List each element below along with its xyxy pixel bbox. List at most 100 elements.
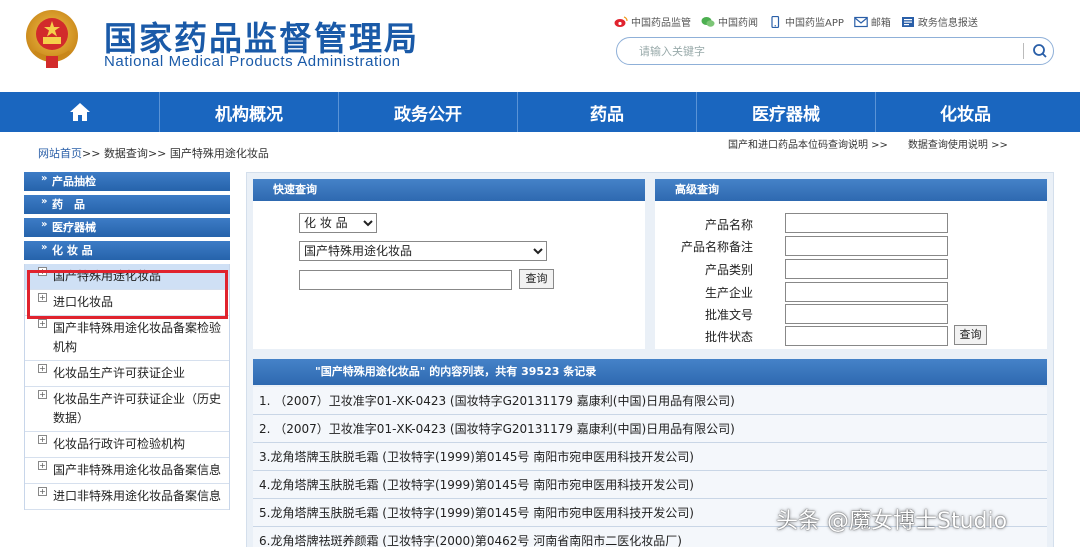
nav-home[interactable] [0, 92, 160, 132]
breadcrumb-current: 国产特殊用途化妆品 [169, 147, 269, 160]
double-chevron-icon: » [41, 173, 48, 184]
field-label-approval-number: 批准文号 [704, 308, 753, 322]
sidebar-header-label: 化 妆 品 [52, 244, 93, 257]
advanced-search-panel: 高级查询 产品名称 产品名称备注 产品类别 生产企业 批准文号 批件状态 查询 [655, 179, 1047, 349]
sidebar-header-label: 药 品 [52, 198, 85, 211]
sidebar-cosmetics-list: + 国产特殊用途化妆品 + 进口化妆品 + 国产非特殊用途化妆品备案检验机构 + 化妆品… [24, 264, 230, 510]
quick-link-wechat[interactable]: 中国药闻 [701, 14, 758, 29]
breadcrumb-data-query[interactable]: 数据查询 [104, 147, 148, 160]
double-chevron-icon: » [41, 242, 48, 253]
nav-item-drugs[interactable]: 药品 [518, 92, 697, 132]
advanced-search-title: 高级查询 [655, 179, 1047, 201]
sidebar-item-label: 国产特殊用途化妆品 [53, 269, 162, 283]
search-icon[interactable] [1029, 41, 1051, 61]
sidebar-item-label: 进口非特殊用途化妆品备案信息 [53, 489, 222, 503]
quick-search-button[interactable]: 查询 [519, 269, 554, 289]
sidebar-item-imported-cosmetics[interactable]: + 进口化妆品 [25, 290, 229, 316]
mail-icon [854, 16, 868, 27]
quick-search-input[interactable] [299, 270, 512, 290]
report-icon [901, 16, 914, 27]
quick-link-weibo[interactable]: 中国药品监管 [614, 14, 691, 29]
mobile-icon [771, 15, 780, 28]
manufacturer-input[interactable] [785, 282, 948, 302]
national-emblem-icon[interactable] [24, 8, 80, 70]
result-row[interactable]: 2. （2007）卫妆准字01-XK-0423 (国妆特字G20131179 嘉… [253, 415, 1047, 443]
double-chevron-icon: » [41, 219, 48, 230]
results-summary: "国产特殊用途化妆品" 的内容列表，共有 39523 条记录 [253, 359, 1047, 385]
watermark-text: 头条 @魔女博士Studio [776, 509, 1008, 534]
field-label-product-name-note: 产品名称备注 [680, 240, 753, 254]
site-header: 国家药品监督管理局 National Medical Products Admi… [0, 0, 1080, 92]
main-nav: 机构概况 政务公开 药品 医疗器械 化妆品 [0, 92, 1080, 132]
home-icon [69, 103, 90, 121]
help-links: 国产和进口药品本位码查询说明 >> 数据查询使用说明 >> [728, 136, 1008, 151]
left-sidebar: » 产品抽检 » 药 品 » 医疗器械 » 化 妆 品 + 国产特殊用途化妆品 + 进口化妆… [24, 172, 230, 547]
sidebar-header-product-sampling[interactable]: » 产品抽检 [24, 172, 230, 191]
quick-search-title: 快速查询 [253, 179, 645, 201]
nav-item-government-affairs[interactable]: 政务公开 [339, 92, 518, 132]
sidebar-header-label: 医疗器械 [52, 221, 96, 234]
search-input[interactable] [639, 42, 1019, 60]
quick-link-report[interactable]: 政务信息报送 [901, 14, 978, 29]
result-row[interactable]: 1. （2007）卫妆准字01-XK-0423 (国妆特字G20131179 嘉… [253, 387, 1047, 415]
breadcrumb-home[interactable]: 网站首页 [38, 147, 82, 160]
breadcrumb-separator: >> [147, 147, 167, 160]
sidebar-header-medical-devices[interactable]: » 医疗器械 [24, 218, 230, 237]
sidebar-item-label: 国产非特殊用途化妆品备案检验机构 [53, 321, 222, 354]
sidebar-header-drugs[interactable]: » 药 品 [24, 195, 230, 214]
sidebar-item-label: 化妆品行政许可检验机构 [53, 437, 186, 451]
result-row[interactable]: 4.龙角塔牌玉肤脱毛霜 (卫妆特字(1999)第0145号 南阳市宛申医用科技开… [253, 471, 1047, 499]
expand-plus-icon: + [38, 267, 47, 276]
product-category-input[interactable] [785, 259, 948, 279]
expand-plus-icon: + [38, 364, 47, 373]
quick-link-mail[interactable]: 邮箱 [854, 14, 891, 29]
field-label-product-name: 产品名称 [704, 218, 753, 232]
sidebar-item-production-license[interactable]: + 化妆品生产许可获证企业 [25, 361, 229, 387]
data-query-help-link[interactable]: 数据查询使用说明 >> [908, 136, 1008, 151]
nav-item-cosmetics[interactable]: 化妆品 [876, 92, 1055, 132]
approval-status-input[interactable] [785, 326, 948, 346]
sidebar-item-production-license-history[interactable]: + 化妆品生产许可获证企业（历史数据） [25, 387, 229, 432]
field-label-product-category: 产品类别 [704, 263, 753, 277]
result-row[interactable]: 3.龙角塔牌玉肤脱毛霜 (卫妆特字(1999)第0145号 南阳市宛申医用科技开… [253, 443, 1047, 471]
double-chevron-icon: » [41, 196, 48, 207]
sidebar-item-domestic-special-cosmetics[interactable]: + 国产特殊用途化妆品 [25, 264, 229, 290]
sidebar-item-label: 国产非特殊用途化妆品备案信息 [53, 463, 222, 477]
sidebar-header-label: 产品抽检 [52, 175, 96, 188]
product-name-note-input[interactable] [785, 236, 948, 256]
quick-link-label: 政务信息报送 [917, 18, 978, 29]
breadcrumb: 网站首页>> 数据查询>> 国产特殊用途化妆品 [38, 145, 269, 161]
expand-plus-icon: + [38, 487, 47, 496]
quick-search-panel: 快速查询 化 妆 品 国产特殊用途化妆品 查询 [253, 179, 645, 349]
sidebar-item-domestic-nonspecial-records[interactable]: + 国产非特殊用途化妆品备案信息 [25, 458, 229, 484]
expand-plus-icon: + [38, 319, 47, 328]
sidebar-item-admin-license-labs[interactable]: + 化妆品行政许可检验机构 [25, 432, 229, 458]
header-quick-links: 中国药品监管 中国药闻 中国药监APP 邮箱 政务信息报送 [614, 14, 978, 29]
expand-plus-icon: + [38, 390, 47, 399]
category-select[interactable]: 化 妆 品 [299, 213, 377, 233]
quick-link-app[interactable]: 中国药监APP [768, 14, 844, 29]
sidebar-item-label: 化妆品生产许可获证企业 [53, 366, 186, 380]
sidebar-header-cosmetics[interactable]: » 化 妆 品 [24, 241, 230, 260]
search-divider [1023, 43, 1024, 59]
drug-code-help-link[interactable]: 国产和进口药品本位码查询说明 >> [728, 136, 888, 151]
subcategory-select[interactable]: 国产特殊用途化妆品 [299, 241, 547, 261]
breadcrumb-separator: >> [82, 147, 101, 160]
sidebar-item-imported-nonspecial-records[interactable]: + 进口非特殊用途化妆品备案信息 [25, 484, 229, 510]
site-search [616, 37, 1054, 65]
query-panel: 快速查询 化 妆 品 国产特殊用途化妆品 查询 高级查询 产品名称 产品名称备注… [246, 172, 1054, 547]
field-label-approval-status: 批件状态 [704, 330, 753, 344]
nav-item-medical-devices[interactable]: 医疗器械 [697, 92, 876, 132]
advanced-search-button[interactable]: 查询 [954, 325, 987, 345]
sidebar-item-nonspecial-record-labs[interactable]: + 国产非特殊用途化妆品备案检验机构 [25, 316, 229, 361]
expand-plus-icon: + [38, 435, 47, 444]
nav-item-organization[interactable]: 机构概况 [160, 92, 339, 132]
sidebar-item-label: 进口化妆品 [53, 295, 114, 309]
approval-number-input[interactable] [785, 304, 948, 324]
site-subtitle: National Medical Products Administration [104, 53, 401, 70]
expand-plus-icon: + [38, 461, 47, 470]
product-name-input[interactable] [785, 213, 948, 233]
quick-link-label: 中国药监APP [785, 18, 844, 29]
weibo-icon [614, 15, 628, 27]
quick-link-label: 中国药闻 [718, 18, 758, 29]
